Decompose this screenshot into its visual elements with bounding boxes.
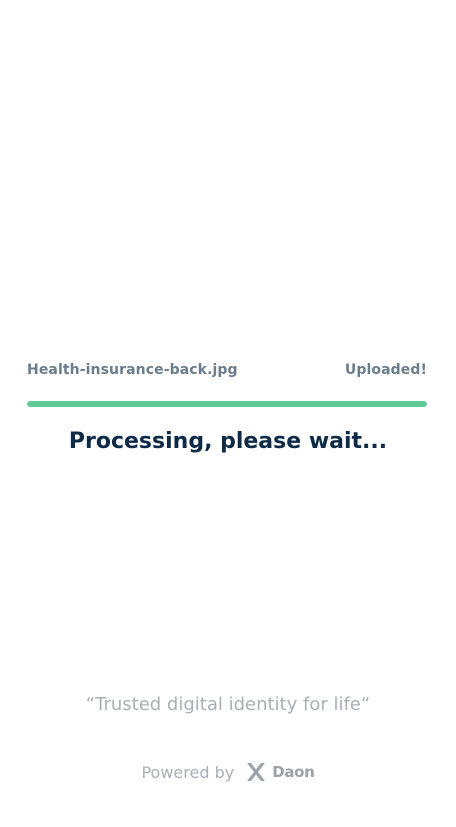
upload-progress-bar: [27, 401, 427, 407]
daon-brand-name: Daon: [272, 763, 315, 781]
uploaded-file-name: Health-insurance-back.jpg: [27, 362, 238, 378]
powered-by: Powered by Daon: [0, 760, 456, 784]
processing-screen: Health-insurance-back.jpg Uploaded! Proc…: [0, 0, 456, 827]
upload-progress-fill: [27, 401, 427, 407]
tagline: “Trusted digital identity for life“: [85, 694, 371, 715]
processing-message: Processing, please wait...: [68, 429, 388, 454]
daon-x-logo-icon: [247, 763, 266, 781]
upload-status-label: Uploaded!: [344, 362, 427, 378]
powered-by-label: Powered by: [141, 762, 235, 782]
upload-status-row: Health-insurance-back.jpg Uploaded!: [27, 362, 427, 378]
